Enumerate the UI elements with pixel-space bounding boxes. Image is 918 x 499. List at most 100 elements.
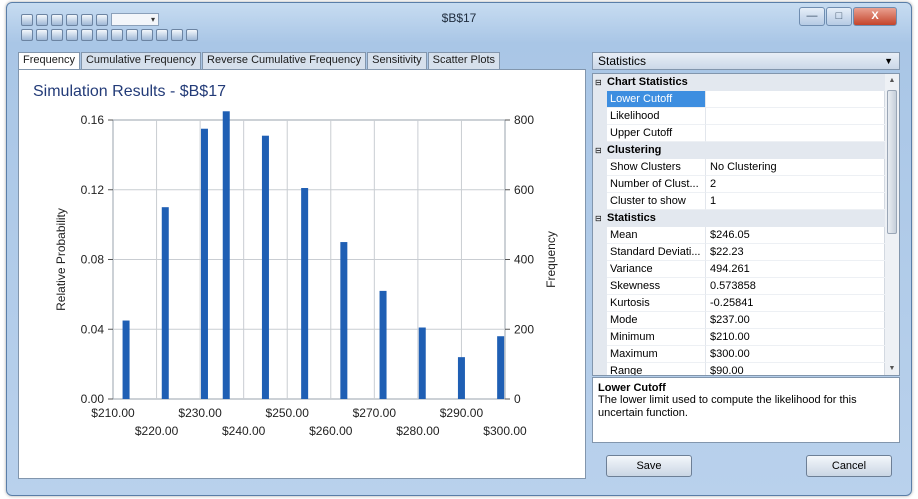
- y-tick-label: 0.16: [81, 113, 105, 127]
- row-gutter: [593, 295, 607, 312]
- y-axis-title: Relative Probability: [54, 208, 68, 311]
- y2-tick-label: 600: [514, 183, 534, 197]
- bar-chart-icon[interactable]: [96, 13, 108, 26]
- grid-row[interactable]: Variance 494.261: [593, 261, 885, 278]
- tab-frequency[interactable]: Frequency: [18, 52, 80, 70]
- grid-row[interactable]: Mode $237.00: [593, 312, 885, 329]
- zoom-out-icon[interactable]: [51, 29, 63, 41]
- chart-icon[interactable]: [21, 13, 33, 26]
- scrollbar-thumb[interactable]: [887, 90, 897, 234]
- row-gutter: [593, 261, 607, 278]
- x-tick-label: $260.00: [309, 424, 353, 438]
- grid-row-value[interactable]: $246.05: [706, 227, 885, 244]
- grid-category[interactable]: ⊟ Chart Statistics: [593, 74, 885, 91]
- grid-row-value[interactable]: $90.00: [706, 363, 885, 375]
- bin-icon[interactable]: [66, 29, 78, 41]
- grid-row[interactable]: Range $90.00: [593, 363, 885, 375]
- histogram-bar: [301, 188, 309, 399]
- x-tick-label: $230.00: [178, 406, 222, 420]
- grid-row[interactable]: Cluster to show 1: [593, 193, 885, 210]
- grid-row-name: Variance: [607, 261, 706, 278]
- grid-row[interactable]: Show Clusters No Clustering: [593, 159, 885, 176]
- grid-row-value[interactable]: $22.23: [706, 244, 885, 261]
- frequency-chart[interactable]: Simulation Results - $B$17 0.00 0 0.04 200 0…: [19, 70, 585, 478]
- grid-icon[interactable]: [21, 29, 33, 41]
- grid-row-value[interactable]: $210.00: [706, 329, 885, 346]
- row-gutter: [593, 312, 607, 329]
- save-icon[interactable]: [51, 13, 63, 26]
- grid-row-value[interactable]: 0.573858: [706, 278, 885, 295]
- grid-row-value[interactable]: 1: [706, 193, 885, 210]
- x-tick-label: $290.00: [440, 406, 484, 420]
- row-gutter: [593, 159, 607, 176]
- collapse-icon[interactable]: ⊟: [595, 211, 602, 227]
- save-button[interactable]: Save: [606, 455, 692, 477]
- grid-row-value[interactable]: No Clustering: [706, 159, 885, 176]
- cancel-button[interactable]: Cancel: [806, 455, 892, 477]
- grid-row[interactable]: Upper Cutoff: [593, 125, 885, 142]
- grid-row-name: Maximum: [607, 346, 706, 363]
- marker-alt-icon[interactable]: [111, 29, 123, 41]
- grid-row[interactable]: Skewness 0.573858: [593, 278, 885, 295]
- scroll-down-icon[interactable]: ▼: [885, 365, 899, 372]
- tab-scatter-plots[interactable]: Scatter Plots: [427, 52, 501, 69]
- grid-row-name: Cluster to show: [607, 193, 706, 210]
- histogram-bar: [122, 320, 130, 399]
- x-tick-label: $220.00: [135, 424, 179, 438]
- grid-row-value[interactable]: -0.25841: [706, 295, 885, 312]
- row-gutter: [593, 244, 607, 261]
- grid-category-label: Chart Statistics: [607, 76, 688, 88]
- grid-row-value[interactable]: 494.261: [706, 261, 885, 278]
- grid-row-value[interactable]: $237.00: [706, 312, 885, 329]
- histogram-bar: [418, 327, 426, 399]
- zoom-in-icon[interactable]: [36, 29, 48, 41]
- grid-scrollbar[interactable]: ▲ ▼: [884, 74, 899, 375]
- tab-cumulative-frequency[interactable]: Cumulative Frequency: [80, 52, 202, 69]
- statistics-property-grid: ▲ ▼ ⊟ Chart Statistics Lower Cutoff Likelih…: [592, 73, 900, 376]
- grid-row-name: Kurtosis: [607, 295, 706, 312]
- toolbar-combo[interactable]: ▾: [111, 13, 159, 26]
- arrow-left-icon[interactable]: [126, 29, 138, 41]
- grid-row[interactable]: Kurtosis -0.25841: [593, 295, 885, 312]
- grid-row[interactable]: Lower Cutoff: [593, 91, 885, 108]
- grid-row[interactable]: Minimum $210.00: [593, 329, 885, 346]
- grid-row[interactable]: Standard Deviati... $22.23: [593, 244, 885, 261]
- maximize-button[interactable]: □: [826, 7, 852, 26]
- grid-row-name: Mode: [607, 312, 706, 329]
- grid-row[interactable]: Maximum $300.00: [593, 346, 885, 363]
- tab-sensitivity[interactable]: Sensitivity: [367, 52, 427, 69]
- grid-row[interactable]: Number of Clust... 2: [593, 176, 885, 193]
- row-gutter: [593, 91, 607, 108]
- arrow-right-icon[interactable]: [141, 29, 153, 41]
- grid-category[interactable]: ⊟ Statistics: [593, 210, 885, 227]
- grid-row[interactable]: Likelihood: [593, 108, 885, 125]
- collapse-icon[interactable]: ⊟: [595, 143, 602, 159]
- cutoff-right-icon[interactable]: [171, 29, 183, 41]
- chart-title: Simulation Results - $B$17: [33, 83, 226, 100]
- y2-axis-title: Frequency: [544, 231, 558, 288]
- histogram-bar: [161, 207, 169, 399]
- grid-row[interactable]: Mean $246.05: [593, 227, 885, 244]
- copy-icon[interactable]: [36, 13, 48, 26]
- grid-row-value[interactable]: 2: [706, 176, 885, 193]
- close-button[interactable]: X: [853, 7, 897, 26]
- grid-category[interactable]: ⊟ Clustering: [593, 142, 885, 159]
- minimize-button[interactable]: —: [799, 7, 825, 26]
- row-gutter: [593, 125, 607, 142]
- grid-row-name: Minimum: [607, 329, 706, 346]
- marker-icon[interactable]: [96, 29, 108, 41]
- grid-row-value[interactable]: [706, 91, 885, 108]
- grid-row-value[interactable]: [706, 125, 885, 142]
- tab-reverse-cumulative-frequency[interactable]: Reverse Cumulative Frequency: [202, 52, 367, 69]
- print-icon[interactable]: [66, 13, 78, 26]
- grid-row-value[interactable]: $300.00: [706, 346, 885, 363]
- bin-wide-icon[interactable]: [81, 29, 93, 41]
- options-icon[interactable]: [81, 13, 93, 26]
- collapse-icon[interactable]: ⊟: [595, 75, 602, 91]
- statistics-dropdown[interactable]: Statistics ▼: [592, 52, 900, 70]
- help-icon[interactable]: [186, 29, 198, 41]
- grid-row-value[interactable]: [706, 108, 885, 125]
- cutoff-left-icon[interactable]: [156, 29, 168, 41]
- scroll-up-icon[interactable]: ▲: [885, 77, 899, 84]
- histogram-bar: [200, 128, 208, 399]
